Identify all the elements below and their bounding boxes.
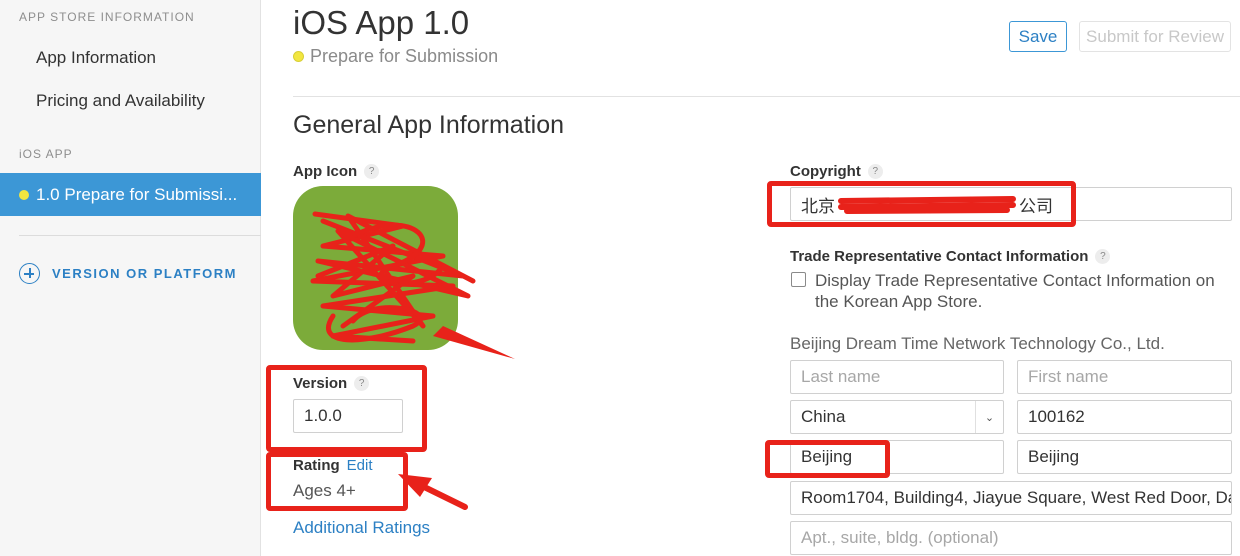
add-version-button[interactable]: VERSION OR PLATFORM — [19, 263, 237, 284]
trade-rep-label: Trade Representative Contact Information… — [790, 248, 1111, 265]
sidebar-heading-app-store: APP STORE INFORMATION — [19, 10, 195, 24]
trade-rep-company: Beijing Dream Time Network Technology Co… — [790, 334, 1165, 353]
header-divider — [293, 96, 1240, 97]
last-name-input[interactable]: Last name — [790, 360, 1004, 394]
address-input[interactable]: Room1704, Building4, Jiayue Square, West… — [790, 481, 1232, 515]
help-icon[interactable]: ? — [364, 164, 380, 179]
additional-ratings-link[interactable]: Additional Ratings — [293, 518, 430, 538]
chevron-down-icon: ⌄ — [975, 401, 1003, 433]
plus-circle-icon — [19, 263, 40, 284]
sidebar-item-label: 1.0 Prepare for Submissi... — [36, 184, 238, 204]
annotation-box-rating — [266, 452, 408, 511]
sidebar-item-version-selected[interactable]: 1.0 Prepare for Submissi... — [0, 173, 261, 216]
address-line-2-input[interactable]: Apt., suite, bldg. (optional) — [790, 521, 1232, 555]
status-text: Prepare for Submission — [310, 46, 499, 66]
status-line: Prepare for Submission — [293, 46, 498, 67]
sidebar-heading-ios-app: iOS APP — [19, 147, 73, 161]
save-button[interactable]: Save — [1009, 21, 1067, 52]
copyright-label: Copyright ? — [790, 163, 883, 180]
status-dot-icon — [293, 51, 304, 62]
copyright-label-text: Copyright — [790, 163, 861, 180]
display-trade-rep-checkbox-label: Display Trade Representative Contact Inf… — [815, 271, 1215, 311]
annotation-box-copyright — [767, 181, 1076, 227]
add-version-label: VERSION OR PLATFORM — [52, 266, 237, 281]
sidebar: APP STORE INFORMATION App Information Pr… — [0, 0, 261, 556]
sidebar-item-pricing[interactable]: Pricing and Availability — [36, 91, 205, 111]
country-select-value: China — [801, 407, 846, 426]
status-dot-icon — [19, 190, 29, 200]
first-name-input[interactable]: First name — [1017, 360, 1232, 394]
sidebar-item-app-information[interactable]: App Information — [36, 48, 156, 68]
page-title: iOS App 1.0 — [293, 4, 470, 41]
sidebar-divider — [19, 235, 261, 236]
app-icon-label-text: App Icon — [293, 163, 358, 180]
postal-code-input[interactable]: 100162 — [1017, 400, 1232, 434]
state-input[interactable]: Beijing — [1017, 440, 1232, 474]
submit-for-review-button[interactable]: Submit for Review — [1079, 21, 1231, 52]
annotation-box-city — [765, 440, 890, 478]
app-icon-label: App Icon ? — [293, 163, 380, 180]
help-icon[interactable]: ? — [1095, 249, 1111, 264]
annotation-box-version — [266, 365, 427, 452]
section-title: General App Information — [293, 111, 564, 139]
help-icon[interactable]: ? — [867, 164, 883, 179]
country-select[interactable]: China ⌄ — [790, 400, 1004, 434]
redaction-scribble — [310, 211, 515, 359]
display-trade-rep-checkbox[interactable] — [791, 272, 806, 287]
trade-rep-label-text: Trade Representative Contact Information — [790, 248, 1089, 265]
